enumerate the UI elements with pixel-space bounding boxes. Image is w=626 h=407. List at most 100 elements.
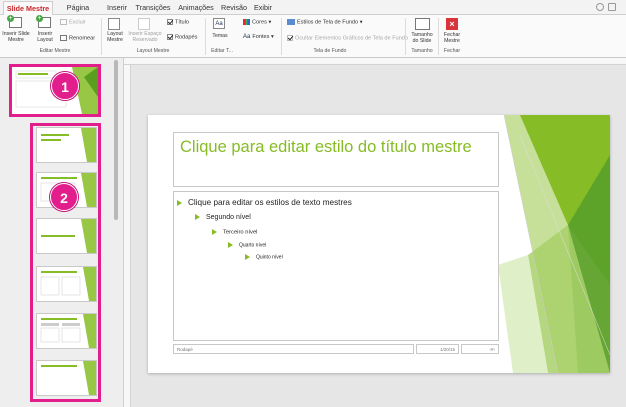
group-label-master-layout: Layout Mestre xyxy=(136,48,170,54)
level-3-label: Terceiro nível xyxy=(223,229,258,236)
slide-size-icon xyxy=(415,18,430,30)
insert-layout-icon: + xyxy=(36,15,51,28)
rename-icon xyxy=(60,35,67,41)
footers-checkbox[interactable]: Rodapés xyxy=(167,34,197,41)
ribbon-divider xyxy=(205,18,206,55)
tab-animations[interactable]: Animações xyxy=(176,1,216,15)
rename-label: Renomear xyxy=(69,35,96,42)
delete-label: Excluir xyxy=(69,19,86,26)
title-check-label: Título xyxy=(175,19,189,26)
footer-date: 1/20/15 xyxy=(439,347,455,352)
layout-thumbnail-art xyxy=(41,128,96,162)
account-icon[interactable] xyxy=(596,3,604,11)
level-4-label: Quarto nível xyxy=(239,242,267,249)
title-check-icon xyxy=(167,19,173,25)
colors-button[interactable]: Cores ▾ xyxy=(243,19,271,26)
bullet-arrow-icon xyxy=(195,214,200,221)
slide-master-canvas[interactable]: Clique para editar estilo do título mest… xyxy=(148,115,610,373)
level-2-label: Segundo nível xyxy=(206,214,251,221)
close-master-icon: × xyxy=(446,18,458,30)
group-label-background: Tela de Fundo xyxy=(313,48,347,54)
layout-thumbnail[interactable] xyxy=(36,313,97,349)
fonts-label: Fontes xyxy=(252,34,270,40)
text-level-1: Clique para editar os estilos de texto m… xyxy=(177,198,352,207)
layout-thumbnail-art xyxy=(41,219,96,253)
master-title: Clique para editar estilo do título mest… xyxy=(180,138,472,156)
callout-badge-1: 1 xyxy=(51,72,79,100)
level-1-label: Clique para editar os estilos de texto m… xyxy=(188,198,352,207)
group-label-edit-master: Editar Mestre xyxy=(39,48,71,54)
ribbon-divider xyxy=(101,18,102,55)
bullet-arrow-icon xyxy=(228,242,233,248)
fonts-button[interactable]: Aa Fontes ▾ xyxy=(243,34,274,41)
hide-bg-graphics-checkbox[interactable]: Ocultar Elementos Gráficos de Tela de Fu… xyxy=(287,35,408,42)
title-checkbox[interactable]: Título xyxy=(167,19,189,26)
tab-slide-master[interactable]: Slide Mestre xyxy=(3,1,53,15)
footers-check-icon xyxy=(167,34,173,40)
insert-slide-master-icon: + xyxy=(7,15,22,28)
group-label-edit-theme: Editar T... xyxy=(211,48,233,54)
title-placeholder[interactable]: Clique para editar estilo do título mest… xyxy=(173,132,499,187)
body-placeholder[interactable]: Clique para editar os estilos de texto m… xyxy=(173,191,499,341)
text-level-2: Segundo nível xyxy=(195,214,251,221)
ribbon: + Inserir Slide Mestre + Inserir Layout … xyxy=(0,15,626,58)
layout-thumbnail[interactable] xyxy=(36,127,97,163)
layout-thumbnail-art xyxy=(40,314,96,348)
text-level-4: Quarto nível xyxy=(228,242,266,248)
close-master-button[interactable]: Fechar Mestre xyxy=(440,32,464,44)
level-5-label: Quinto nível xyxy=(256,254,283,261)
layout-thumbnail[interactable] xyxy=(36,218,97,254)
bullet-arrow-icon xyxy=(177,199,182,206)
background-styles-icon xyxy=(287,19,295,25)
insert-layout-button[interactable]: Inserir Layout xyxy=(33,31,57,43)
insert-slide-master-button[interactable]: Inserir Slide Mestre xyxy=(0,31,32,43)
tab-review[interactable]: Revisão xyxy=(220,1,248,15)
text-level-5: Quinto nível xyxy=(245,254,283,260)
themes-button[interactable]: Temas xyxy=(209,33,231,39)
callout-badge-2: 2 xyxy=(50,183,78,211)
tab-home[interactable]: Página Inicial xyxy=(57,1,99,26)
delete-icon xyxy=(60,19,67,25)
insert-placeholder-button[interactable]: Inserir Espaço Reservado xyxy=(128,31,162,43)
slide-number-placeholder[interactable]: ‹#› xyxy=(461,344,499,354)
text-level-3: Terceiro nível xyxy=(212,229,257,236)
insert-placeholder-icon xyxy=(138,18,150,30)
vertical-ruler xyxy=(124,65,131,407)
tab-insert[interactable]: Inserir xyxy=(104,1,130,15)
group-label-close: Fechar xyxy=(443,48,461,54)
bullet-arrow-icon xyxy=(212,229,217,235)
layout-thumbnail-art xyxy=(41,361,96,395)
delete-button[interactable]: Excluir xyxy=(60,19,86,26)
layout-thumbnail[interactable] xyxy=(36,360,97,396)
footer-placeholder[interactable]: Rodapé xyxy=(173,344,414,354)
background-styles-label: Estilos de Tela de Fundo xyxy=(297,19,359,26)
ribbon-divider xyxy=(438,18,439,55)
layout-thumbnail-art xyxy=(40,267,96,301)
rename-button[interactable]: Renomear xyxy=(60,35,95,42)
background-styles-button[interactable]: Estilos de Tela de Fundo ▾ xyxy=(287,19,363,26)
tab-view[interactable]: Exibir xyxy=(252,1,274,15)
master-layout-icon xyxy=(108,18,120,30)
slide-size-button[interactable]: Tamanho do Slide xyxy=(408,32,436,44)
hide-bg-graphics-check-icon xyxy=(287,35,293,41)
hide-bg-graphics-label: Ocultar Elementos Gráficos de Tela de Fu… xyxy=(295,35,409,42)
themes-icon: Aa xyxy=(213,18,225,29)
footers-check-label: Rodapés xyxy=(175,34,198,41)
footer-slide-number: ‹#› xyxy=(489,347,496,352)
horizontal-ruler xyxy=(124,58,626,65)
colors-label: Cores xyxy=(252,19,267,26)
group-label-size: Tamanho xyxy=(411,48,433,54)
ribbon-divider xyxy=(405,18,406,55)
thumbnail-scrollbar[interactable] xyxy=(114,60,118,220)
ribbon-collapse-icon[interactable] xyxy=(608,3,616,11)
bullet-arrow-icon xyxy=(245,254,250,260)
footer-text: Rodapé xyxy=(177,347,193,352)
fonts-icon: Aa xyxy=(243,34,251,40)
layout-thumbnail[interactable] xyxy=(36,266,97,302)
colors-icon xyxy=(243,19,250,25)
ribbon-divider xyxy=(281,18,282,55)
tab-transitions[interactable]: Transições xyxy=(134,1,172,15)
ribbon-tab-bar: Slide Mestre Página Inicial Inserir Tran… xyxy=(0,0,626,26)
master-layout-button[interactable]: Layout Mestre xyxy=(104,31,126,43)
date-placeholder[interactable]: 1/20/15 xyxy=(416,344,459,354)
